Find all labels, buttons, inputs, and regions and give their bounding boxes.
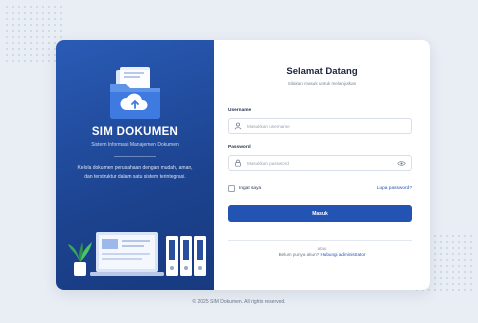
footer-copyright: © 2025 SIM Dokumen. All rights reserved. <box>192 299 286 305</box>
welcome-title: Selamat Datang <box>286 66 358 77</box>
password-label: Password <box>228 145 251 150</box>
password-input[interactable] <box>247 158 397 168</box>
password-field-wrapper <box>228 155 412 171</box>
divider-text: atau <box>312 246 332 251</box>
username-input[interactable] <box>247 121 397 131</box>
remember-label: Ingat saya <box>239 186 262 191</box>
contact-admin-link[interactable]: Hubungi administrator <box>320 252 365 257</box>
login-form-panel: Selamat Datang Silakan masuk untuk melan… <box>214 40 430 290</box>
brand-description: Kelola dokumen perusahaan dengan mudah, … <box>77 165 193 180</box>
user-icon <box>234 122 242 130</box>
login-card: SIM DOKUMEN Sistem Informasi Manajemen D… <box>56 40 430 290</box>
eye-icon[interactable] <box>397 160 406 167</box>
remember-me: Ingat saya <box>228 185 261 192</box>
laptop-binders-illustration <box>68 232 206 276</box>
lock-icon <box>235 159 241 167</box>
brand-panel: SIM DOKUMEN Sistem Informasi Manajemen D… <box>56 40 214 290</box>
forgot-password-link[interactable]: Lupa password? <box>377 186 412 191</box>
folder-cloud-icon <box>110 67 160 119</box>
brand-title: SIM DOKUMEN <box>91 126 179 138</box>
login-button[interactable]: Masuk <box>228 205 412 222</box>
remember-checkbox[interactable] <box>228 185 235 192</box>
username-label: Username <box>228 108 252 113</box>
brand-subtitle: Sistem Informasi Manajemen Dokumen <box>91 142 179 148</box>
brand-divider <box>114 156 156 157</box>
welcome-subtitle: Silakan masuk untuk melanjutkan <box>287 81 357 86</box>
register-prompt-text: Belum punya akun? <box>278 252 321 257</box>
register-prompt: Belum punya akun? Hubungi administrator <box>214 252 430 257</box>
username-field-wrapper <box>228 118 412 134</box>
decor-dots-top-left <box>4 4 64 64</box>
